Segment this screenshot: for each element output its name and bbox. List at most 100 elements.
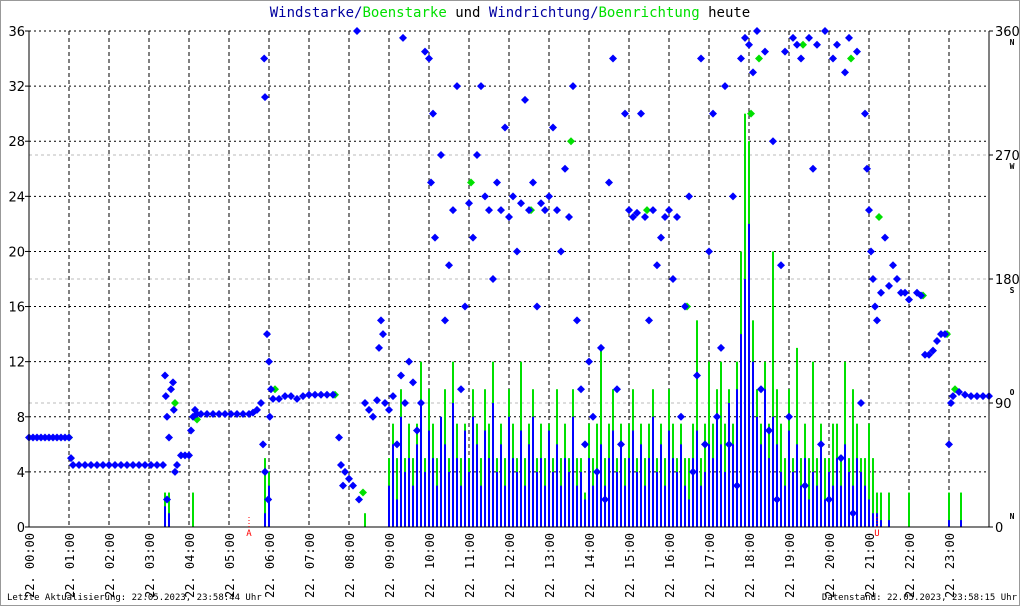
wind-direction-point [67, 454, 75, 463]
wind-bar [392, 444, 394, 527]
wind-bar [268, 485, 270, 527]
wind-direction-point [465, 199, 473, 208]
wind-direction-point [335, 433, 343, 442]
wind-direction-point [945, 440, 953, 449]
wind-bar [416, 444, 418, 527]
wind-direction-point [425, 54, 433, 63]
wind-direction-point [645, 316, 653, 325]
wind-direction-point [729, 192, 737, 201]
wind-direction-point [625, 206, 633, 215]
x-tick-label: 22. 15:00 [623, 533, 637, 598]
wind-bar [452, 403, 454, 527]
y2-tick-label: 90 [995, 397, 1012, 412]
wind-bar [460, 485, 462, 527]
wind-direction-point [261, 467, 269, 476]
wind-direction-point [933, 337, 941, 345]
x-tick-label: 22. 14:00 [583, 533, 597, 598]
wind-direction-point [689, 467, 697, 476]
wind-direction-point [693, 371, 701, 380]
wind-direction-point [171, 467, 179, 476]
wind-direction-point [697, 54, 705, 63]
wind-bar [772, 416, 774, 527]
wind-direction-point [541, 206, 549, 215]
wind-direction-point [797, 54, 805, 63]
wind-direction-point [345, 474, 353, 483]
x-tick-label: 22. 07:00 [303, 533, 317, 598]
wind-direction-point [549, 123, 557, 132]
wind-direction-point [573, 316, 581, 325]
wind-bar [716, 416, 718, 527]
wind-direction-point [863, 164, 871, 173]
wind-direction-point [613, 385, 621, 394]
wind-direction-point [685, 192, 693, 201]
sun-marker-label: U [874, 529, 879, 539]
y-tick-label: 28 [8, 135, 25, 150]
wind-direction-point [173, 461, 181, 469]
x-tick-label: 22. 01:00 [63, 533, 77, 598]
y2-tick-label: 360 [995, 25, 1019, 40]
wind-direction-point [457, 385, 465, 394]
wind-direction-point [473, 151, 481, 159]
wind-direction-point [821, 27, 829, 35]
x-tick-label: 22. 20:00 [823, 533, 837, 598]
wind-direction-point [845, 33, 853, 42]
x-tick-label: 22. 09:00 [383, 533, 397, 598]
wind-bar [488, 458, 490, 527]
wind-direction-point [393, 440, 401, 449]
wind-bar [264, 513, 266, 527]
wind-bar [752, 361, 754, 527]
wind-direction-point [597, 343, 605, 352]
gust-direction-point [171, 399, 179, 407]
wind-bar [388, 485, 390, 527]
wind-direction-point [781, 47, 789, 56]
wind-bar [852, 485, 854, 527]
wind-direction-point [259, 440, 267, 449]
y-tick-label: 12 [8, 356, 25, 371]
wind-bar [684, 485, 686, 527]
x-tick-label: 22. 17:00 [703, 533, 717, 598]
wind-direction-point [381, 399, 389, 407]
wind-direction-point [773, 495, 781, 504]
wind-bar [468, 471, 470, 527]
wind-direction-point [585, 357, 593, 366]
wind-direction-point [553, 206, 561, 215]
wind-bar [504, 485, 506, 527]
wind-bar [520, 430, 522, 527]
wind-direction-point [569, 82, 577, 91]
gust-bar [364, 513, 366, 527]
wind-bar [816, 485, 818, 527]
wind-bar [756, 416, 758, 527]
y-tick-label: 8 [17, 411, 25, 426]
wind-direction-point [713, 412, 721, 421]
y2-tick-label: 270 [995, 149, 1019, 164]
wind-direction-point [353, 27, 361, 35]
wind-bar [536, 471, 538, 527]
wind-direction-point [825, 495, 833, 504]
wind-direction-point [841, 68, 849, 77]
wind-direction-point [265, 357, 273, 366]
wind-bar [168, 513, 170, 527]
wind-direction-point [375, 343, 383, 352]
y-tick-label: 4 [17, 466, 25, 481]
wind-direction-point [865, 206, 873, 215]
wind-bar [456, 458, 458, 527]
wind-direction-point [905, 295, 913, 304]
wind-direction-point [397, 371, 405, 380]
wind-bar [496, 471, 498, 527]
gust-direction-point [359, 488, 367, 497]
wind-direction-point [161, 371, 169, 380]
wind-direction-point [461, 302, 469, 311]
x-tick-label: 22. 06:00 [263, 533, 277, 598]
wind-direction-point [159, 461, 167, 469]
wind-bar [660, 444, 662, 527]
x-tick-label: 22. 19:00 [783, 533, 797, 598]
wind-bar [524, 485, 526, 527]
wind-bar [412, 485, 414, 527]
wind-direction-point [577, 385, 585, 394]
wind-direction-point [349, 481, 357, 490]
wind-direction-point [557, 247, 565, 256]
wind-bar [440, 416, 442, 527]
wind-bar [620, 444, 622, 527]
wind-bar [628, 458, 630, 527]
wind-direction-point [653, 261, 661, 270]
